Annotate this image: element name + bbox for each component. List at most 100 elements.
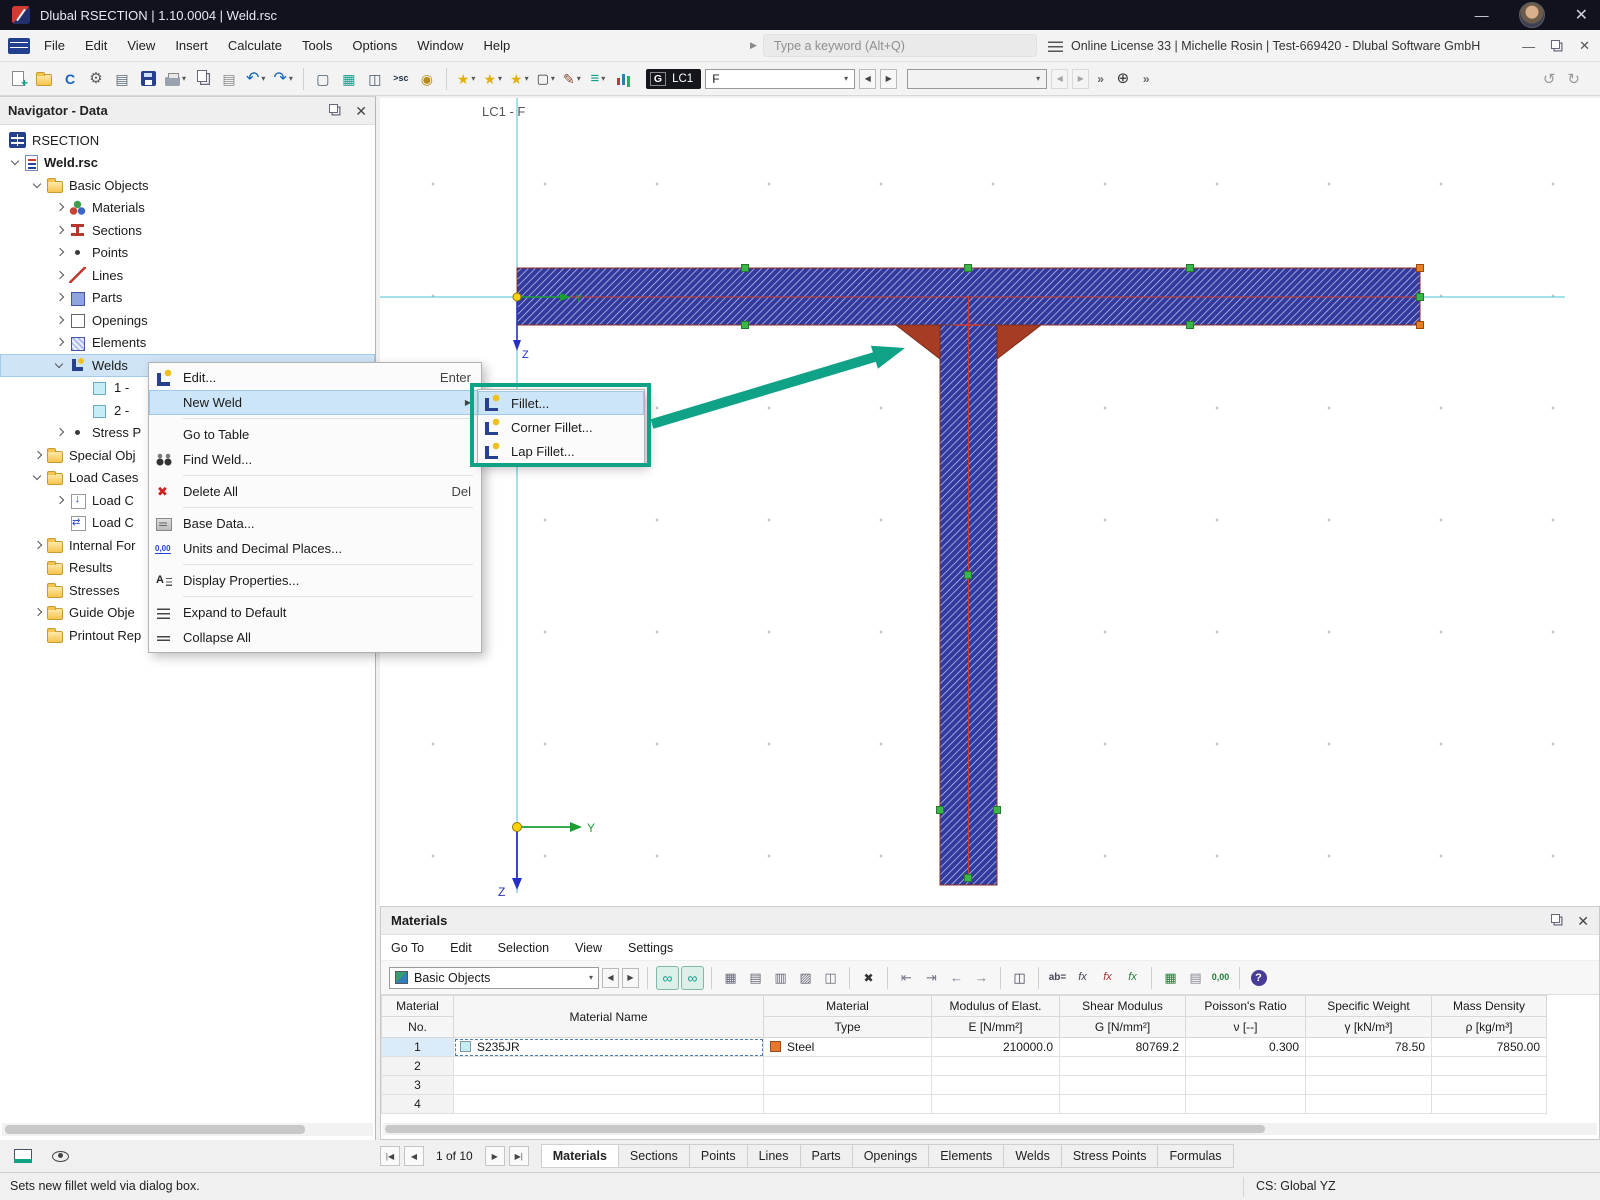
context-menu-item-display-properties[interactable]: Display Properties... — [149, 568, 481, 593]
table-menu-settings[interactable]: Settings — [628, 941, 673, 955]
specific-weight-cell[interactable] — [1306, 1057, 1432, 1076]
handle[interactable] — [1187, 322, 1194, 329]
expander-open-icon[interactable] — [8, 155, 24, 170]
material-type-cell[interactable]: Steel — [764, 1038, 932, 1057]
modulus-cell[interactable]: 210000.0 — [932, 1038, 1060, 1057]
undo-icon[interactable]: ↶▾ — [243, 66, 268, 92]
material-no-cell[interactable]: 2 — [382, 1057, 454, 1076]
menu-insert[interactable]: Insert — [165, 30, 218, 62]
material-no-cell[interactable]: 3 — [382, 1076, 454, 1095]
mass-density-cell[interactable] — [1432, 1057, 1547, 1076]
mass-density-cell[interactable]: 7850.00 — [1432, 1038, 1547, 1057]
table-edit-icon[interactable]: ▦ — [719, 966, 742, 990]
material-name-cell[interactable]: S235JR — [454, 1038, 764, 1057]
new-load-icon[interactable]: ★▾ — [480, 66, 505, 92]
help-icon[interactable]: ? — [1247, 966, 1270, 990]
new-guide-object-icon[interactable]: ★▾ — [507, 66, 532, 92]
minimize-window-icon[interactable]: — — [1475, 7, 1489, 23]
tab-sections[interactable]: Sections — [619, 1144, 690, 1168]
table-fill-icon[interactable]: ▨ — [794, 966, 817, 990]
view-table-icon[interactable]: ▦ — [337, 66, 361, 92]
copy-to-start-icon[interactable]: ⇤ — [895, 966, 918, 990]
column-header-mass-density[interactable]: Mass Density — [1432, 996, 1547, 1017]
context-menu-item-find-weld[interactable]: Find Weld... — [149, 447, 481, 472]
context-menu-item-base-data[interactable]: Base Data... — [149, 511, 481, 536]
tree-item-lines[interactable]: Lines — [0, 264, 375, 287]
handle[interactable] — [742, 322, 749, 329]
tab-parts[interactable]: Parts — [801, 1144, 853, 1168]
expander-closed-icon[interactable] — [52, 268, 68, 283]
minimize-document-icon[interactable]: — — [1522, 39, 1535, 54]
expander-closed-icon[interactable] — [52, 335, 68, 350]
rotate-right-icon[interactable]: ↻ — [1567, 70, 1580, 88]
material-name-cell[interactable] — [454, 1095, 764, 1114]
shear-modulus-cell[interactable] — [1060, 1057, 1186, 1076]
expander-closed-icon[interactable] — [52, 493, 68, 508]
table-menu-selection[interactable]: Selection — [498, 941, 549, 955]
handle[interactable] — [994, 807, 1001, 814]
print-icon[interactable]: ▾ — [162, 66, 189, 92]
modulus-cell[interactable] — [932, 1095, 1060, 1114]
restore-document-icon[interactable] — [1551, 40, 1560, 49]
context-menu-item-delete-all[interactable]: Delete AllDel — [149, 479, 481, 504]
mass-density-cell[interactable] — [1432, 1095, 1547, 1114]
delete-rows-icon[interactable]: ✖ — [857, 966, 880, 990]
excel-export-icon[interactable]: ▦ — [1159, 966, 1182, 990]
material-no-cell[interactable]: 1 — [382, 1038, 454, 1057]
column-header-poisson-s-ratio[interactable]: Poisson's Ratio — [1186, 996, 1306, 1017]
corner-handle[interactable] — [1417, 265, 1424, 272]
formula-icon[interactable]: fx — [1071, 966, 1094, 990]
column-header-modulus-of-elast[interactable]: Modulus of Elast. — [932, 996, 1060, 1017]
formula-remove-icon[interactable]: fx — [1096, 966, 1119, 990]
close-table-panel-icon[interactable]: ✕ — [1577, 914, 1589, 928]
report-icon[interactable]: ▤ — [217, 66, 241, 92]
expander-closed-icon[interactable] — [52, 425, 68, 440]
table-filter-combo[interactable]: Basic Objects ▾ — [389, 967, 599, 989]
user-avatar[interactable] — [1519, 2, 1545, 28]
material-row-4[interactable]: 4 — [382, 1095, 1547, 1114]
decimals-icon[interactable]: 0,00 — [1209, 966, 1232, 990]
panel-manager-icon[interactable] — [14, 1149, 32, 1163]
menu-window[interactable]: Window — [407, 30, 473, 62]
poisson-ratio-cell[interactable]: 0.300 — [1186, 1038, 1306, 1057]
visibility-icon[interactable]: ≡▾ — [586, 66, 610, 92]
tree-item-points[interactable]: Points — [0, 242, 375, 265]
previous-item-button[interactable]: ◀ — [1051, 69, 1068, 89]
specific-weight-cell[interactable]: 78.50 — [1306, 1038, 1432, 1057]
tree-item-elements[interactable]: Elements — [0, 332, 375, 355]
scrollbar-thumb[interactable] — [385, 1125, 1265, 1133]
tree-item-parts[interactable]: Parts — [0, 287, 375, 310]
result-diagram-icon[interactable] — [612, 66, 636, 92]
settings-icon[interactable]: ⚙ — [84, 66, 108, 92]
handle[interactable] — [937, 807, 944, 814]
table-horizontal-scrollbar[interactable] — [383, 1123, 1597, 1135]
secondary-combo[interactable]: ▾ — [907, 69, 1047, 89]
expander-closed-icon[interactable] — [30, 538, 46, 553]
handle[interactable] — [965, 265, 972, 272]
tree-item-openings[interactable]: Openings — [0, 309, 375, 332]
redo-icon[interactable]: ↷▾ — [270, 66, 295, 92]
expander-closed-icon[interactable] — [52, 290, 68, 305]
next-item-button[interactable]: ▶ — [1072, 69, 1089, 89]
display-visibility-icon[interactable] — [52, 1151, 69, 1162]
context-menu-item-units-and-decimal-places[interactable]: Units and Decimal Places... — [149, 536, 481, 561]
previous-table-group-button[interactable]: ◀ — [602, 968, 619, 988]
formula-edit-icon[interactable]: fx — [1121, 966, 1144, 990]
new-object-icon[interactable]: ★▾ — [454, 66, 479, 92]
specific-weight-cell[interactable] — [1306, 1095, 1432, 1114]
material-type-cell[interactable] — [764, 1057, 932, 1076]
menu-file[interactable]: File — [34, 30, 75, 62]
new-model-icon[interactable] — [6, 66, 30, 92]
tab-stress-points[interactable]: Stress Points — [1062, 1144, 1159, 1168]
menu-help[interactable]: Help — [473, 30, 520, 62]
tree-item-weld-rsc[interactable]: Weld.rsc — [0, 152, 375, 175]
column-header-material[interactable]: Material — [764, 996, 932, 1017]
connect-icon[interactable]: C — [58, 66, 82, 92]
expander-open-icon[interactable] — [30, 178, 46, 193]
material-no-cell[interactable]: 4 — [382, 1095, 454, 1114]
poisson-ratio-cell[interactable] — [1186, 1057, 1306, 1076]
expander-closed-icon[interactable] — [52, 245, 68, 260]
handle[interactable] — [965, 875, 972, 882]
expander-closed-icon[interactable] — [52, 200, 68, 215]
menu-calculate[interactable]: Calculate — [218, 30, 292, 62]
